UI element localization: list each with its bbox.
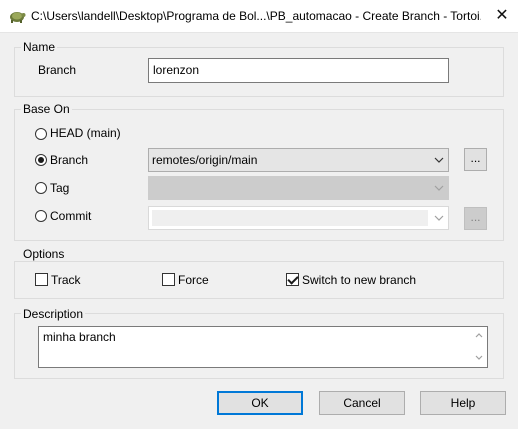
description-scrollbar[interactable] <box>471 327 487 367</box>
cancel-button[interactable]: Cancel <box>319 391 405 415</box>
ok-button[interactable]: OK <box>217 391 303 415</box>
options-group <box>14 261 504 299</box>
switch-branch-label[interactable]: Switch to new branch <box>302 273 416 287</box>
close-icon: ✕ <box>495 7 509 24</box>
title-bar: C:\Users\landell\Desktop\Programa de Bol… <box>0 0 518 33</box>
branch-browse-button[interactable]: ... <box>464 148 487 171</box>
description-text: minha branch <box>43 330 116 344</box>
tag-radio-label[interactable]: Tag <box>50 181 69 195</box>
commit-radio-label[interactable]: Commit <box>50 209 91 223</box>
head-radio[interactable] <box>35 128 47 140</box>
base-branch-value: remotes/origin/main <box>152 153 258 167</box>
chevron-down-icon <box>434 215 444 221</box>
force-label[interactable]: Force <box>178 273 209 287</box>
track-checkbox[interactable] <box>35 273 48 286</box>
head-radio-label[interactable]: HEAD (main) <box>50 126 121 140</box>
switch-branch-checkbox[interactable] <box>286 273 299 286</box>
force-checkbox[interactable] <box>162 273 175 286</box>
base-on-group-legend: Base On <box>21 102 72 116</box>
commit-radio[interactable] <box>35 210 47 222</box>
name-group-legend: Name <box>21 40 58 54</box>
base-branch-combo[interactable]: remotes/origin/main <box>148 148 449 172</box>
scroll-down-icon[interactable] <box>475 355 483 361</box>
options-group-legend: Options <box>21 247 67 261</box>
branch-radio-label[interactable]: Branch <box>50 153 88 167</box>
chevron-down-icon <box>434 185 444 191</box>
scroll-up-icon[interactable] <box>475 332 483 338</box>
tag-radio[interactable] <box>35 182 47 194</box>
commit-combo-field <box>152 210 428 226</box>
tortoisegit-icon <box>10 12 26 23</box>
help-button[interactable]: Help <box>420 391 506 415</box>
window-title: C:\Users\landell\Desktop\Programa de Bol… <box>31 9 481 23</box>
close-button[interactable]: ✕ <box>486 0 518 32</box>
chevron-down-icon <box>434 157 444 163</box>
branch-name-label: Branch <box>38 63 77 77</box>
description-group-legend: Description <box>21 307 86 321</box>
commit-combo[interactable] <box>148 206 449 230</box>
tag-combo[interactable] <box>148 176 449 200</box>
branch-radio[interactable] <box>35 154 47 166</box>
description-textarea[interactable]: minha branch <box>38 326 488 368</box>
commit-browse-button[interactable]: ... <box>464 207 487 230</box>
branch-name-field[interactable]: lorenzon <box>148 58 449 83</box>
track-label[interactable]: Track <box>51 273 81 287</box>
